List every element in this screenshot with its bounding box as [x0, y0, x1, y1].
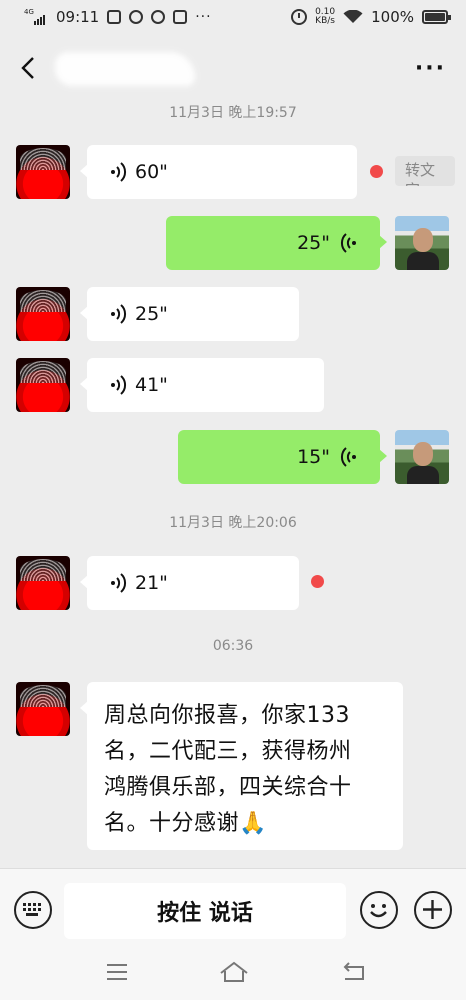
contact-avatar[interactable] — [16, 682, 70, 736]
voice-wave-icon — [340, 233, 356, 253]
voice-wave-icon — [111, 375, 127, 395]
my-avatar[interactable] — [395, 430, 449, 484]
input-bar: 按住 说话 — [0, 868, 466, 948]
back-arrow-icon[interactable] — [18, 56, 40, 80]
chat-more-icon[interactable]: ··· — [415, 56, 446, 81]
voice-duration: 25" — [135, 303, 168, 325]
my-avatar[interactable] — [395, 216, 449, 270]
battery-fill — [425, 13, 445, 21]
alarm-icon — [291, 9, 308, 25]
timestamp: 11月3日 晚上19:57 — [169, 105, 297, 121]
timestamp: 06:36 — [212, 638, 254, 654]
app-notification-icon — [129, 10, 144, 24]
unread-dot — [311, 575, 324, 588]
wifi-icon — [343, 10, 363, 23]
contact-avatar[interactable] — [16, 358, 70, 412]
smile-face-icon — [370, 904, 387, 918]
voice-message[interactable]: 21" — [80, 556, 299, 610]
voice-wave-icon — [340, 447, 356, 467]
voice-wave-icon — [111, 162, 127, 182]
battery-icon — [422, 10, 451, 24]
hold-to-talk-button[interactable]: 按住 说话 — [64, 883, 346, 939]
unread-dot — [370, 165, 383, 178]
voice-duration: 21" — [135, 572, 168, 594]
text-message-line: 名，二代配三，获得杨州 — [104, 739, 352, 764]
voice-duration: 41" — [135, 374, 168, 396]
voice-duration: 25" — [297, 232, 330, 254]
text-message-line: 名。十分感谢🙏 — [104, 811, 267, 836]
more-notifications-icon: ··· — [195, 9, 212, 25]
text-message-line: 周总向你报喜，你家133 — [104, 703, 350, 728]
voice-duration: 15" — [297, 446, 330, 468]
voice-duration: 60" — [135, 161, 168, 183]
plus-icon[interactable] — [414, 891, 452, 929]
image-notification-icon — [173, 10, 188, 24]
net-speed: 0.10 KB/s — [315, 8, 335, 26]
voice-message[interactable]: 60" — [80, 145, 357, 199]
battery-percent: 100% — [371, 8, 414, 26]
contact-name-redacted — [55, 52, 195, 86]
voice-wave-icon — [111, 304, 127, 324]
keyboard-toggle-icon[interactable] — [14, 891, 52, 929]
signal-icon: 4G — [24, 9, 48, 25]
voice-message[interactable]: 25" — [80, 287, 299, 341]
menu-icon[interactable] — [106, 963, 128, 981]
check-notification-icon — [107, 10, 122, 24]
text-message[interactable]: 周总向你报喜，你家133 名，二代配三，获得杨州 鸿腾俱乐部，四关综合十 名。十… — [80, 682, 403, 850]
back-nav-icon[interactable] — [341, 961, 367, 983]
voice-message[interactable]: 25" — [166, 216, 387, 270]
status-bar: 4G 09:11 ··· 0.10 KB/s 100% — [0, 0, 466, 36]
convert-to-text-button[interactable]: 转文字 — [395, 156, 455, 186]
network-type-label: 4G — [24, 8, 34, 16]
timestamp: 11月3日 晚上20:06 — [169, 515, 297, 531]
emoji-icon[interactable] — [360, 891, 398, 929]
home-icon[interactable] — [219, 961, 249, 983]
status-time: 09:11 — [56, 8, 100, 26]
voice-message[interactable]: 41" — [80, 358, 324, 412]
chat-header: ··· — [0, 38, 466, 100]
system-nav-bar — [0, 948, 466, 1000]
contact-avatar[interactable] — [16, 556, 70, 610]
text-message-line: 鸿腾俱乐部，四关综合十 — [104, 775, 352, 800]
net-speed-unit: KB/s — [315, 16, 335, 26]
voice-wave-icon — [111, 573, 127, 593]
contact-avatar[interactable] — [16, 287, 70, 341]
plus-glyph-icon — [423, 900, 442, 919]
penguin-notification-icon — [151, 10, 166, 24]
voice-message[interactable]: 15" — [178, 430, 387, 484]
contact-avatar[interactable] — [16, 145, 70, 199]
